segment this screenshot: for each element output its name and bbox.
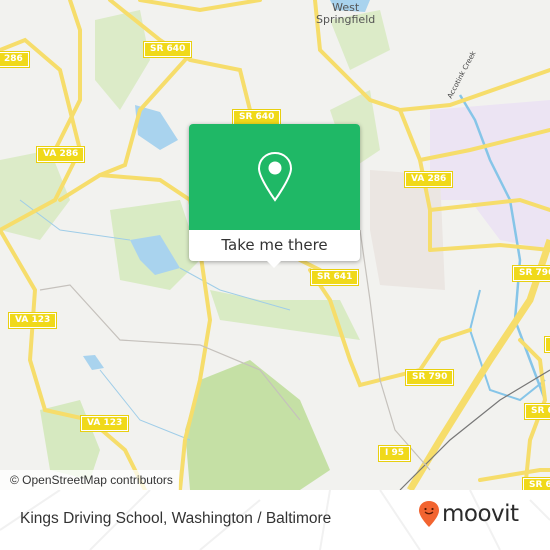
map-attribution[interactable]: © OpenStreetMap contributors <box>0 470 179 490</box>
route-shield: VA 123 <box>79 415 130 432</box>
park-area <box>185 360 330 490</box>
popup-pointer <box>265 259 283 268</box>
developed-area <box>370 170 445 290</box>
route-shield: SR 640 <box>231 109 282 126</box>
route-shield: SR 6 <box>524 403 550 420</box>
route-shield: VA 123 <box>7 312 58 329</box>
route-shield: SR 641 <box>309 269 360 286</box>
route-shield: VA 286 <box>403 171 454 188</box>
moovit-logo[interactable]: moovit <box>418 500 519 528</box>
pond <box>83 355 104 370</box>
route-shield: SR 790 <box>404 369 455 386</box>
park-area <box>210 290 360 340</box>
route-shield: VA 286 <box>35 146 86 163</box>
moovit-wordmark: moovit <box>442 501 519 527</box>
road <box>138 0 262 13</box>
route-shield: 286 <box>0 51 30 68</box>
place-title: Kings Driving School, Washington / Balti… <box>20 510 332 527</box>
map-canvas[interactable]: West Springfield Accotink Creek 286 SR 6… <box>0 0 550 490</box>
route-shield: I 95 <box>377 445 412 462</box>
route-shield: SR 790 <box>511 265 550 282</box>
creek <box>468 289 546 402</box>
place-label-west-springfield: West Springfield <box>316 2 375 26</box>
destination-popup[interactable]: Take me there <box>189 124 360 268</box>
take-me-there-button[interactable]: Take me there <box>189 230 360 261</box>
route-shield: SR 640 <box>142 41 193 58</box>
place-label-line: Springfield <box>316 13 376 26</box>
route-shield: SR 6 <box>522 477 550 490</box>
route-shield: S <box>543 336 550 353</box>
popup-header[interactable] <box>189 124 360 230</box>
map-pin-icon <box>257 151 292 202</box>
moovit-pin-icon <box>419 501 439 527</box>
